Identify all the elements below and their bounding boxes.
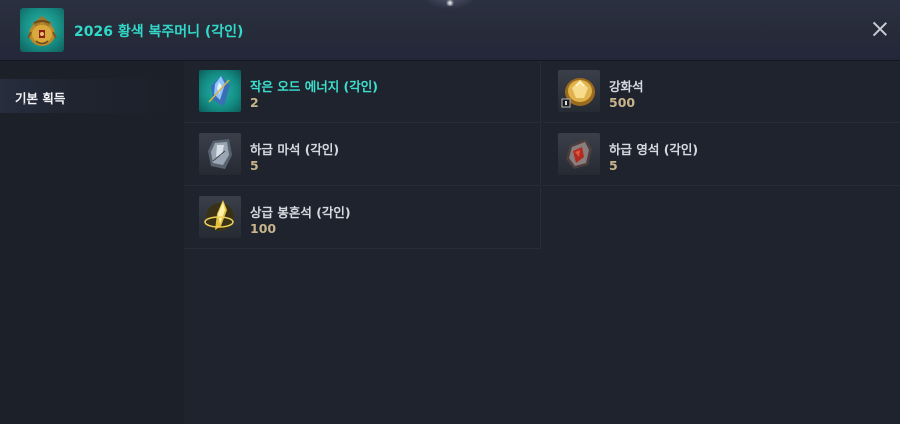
reward-quantity: 2 (250, 95, 259, 110)
sidebar: 기본 획득 (0, 61, 183, 424)
sidebar-dot (23, 103, 25, 105)
blue-crystal-icon (199, 70, 241, 112)
reward-quantity: 5 (250, 158, 259, 173)
window-title: 2026 황색 복주머니 (각인) (74, 24, 244, 40)
window-header: 2026 황색 복주머니 (각인) (0, 0, 900, 61)
gold-stone-icon (558, 70, 600, 112)
reward-quantity: 500 (609, 95, 636, 110)
reward-list: 작은 오드 에너지 (각인) 2 강화석 500 하급 마석 (각인) 5 하급… (184, 61, 900, 424)
reward-name: 작은 오드 에너지 (각인) (250, 79, 378, 94)
red-stone-icon (558, 133, 600, 175)
reward-quantity: 5 (609, 158, 618, 173)
reward-name: 상급 봉혼석 (각인) (250, 205, 351, 220)
pouch-icon (20, 8, 64, 52)
reward-item[interactable]: 상급 봉혼석 (각인) 100 (184, 187, 541, 249)
close-icon[interactable] (868, 17, 892, 41)
sidebar-item-basic-acquire[interactable]: 기본 획득 (0, 79, 183, 113)
reward-item[interactable]: 하급 영석 (각인) 5 (543, 124, 900, 186)
reward-item[interactable]: 작은 오드 에너지 (각인) 2 (184, 61, 541, 123)
reward-quantity: 100 (250, 221, 277, 236)
silver-stone-icon (199, 133, 241, 175)
golden-crystal-icon (199, 196, 241, 238)
reward-name: 하급 영석 (각인) (609, 142, 699, 157)
reward-item[interactable]: 하급 마석 (각인) 5 (184, 124, 541, 186)
header-spark (446, 0, 454, 6)
reward-name: 하급 마석 (각인) (250, 142, 340, 157)
reward-name: 강화석 (609, 79, 644, 94)
reward-item[interactable]: 강화석 500 (543, 61, 900, 123)
